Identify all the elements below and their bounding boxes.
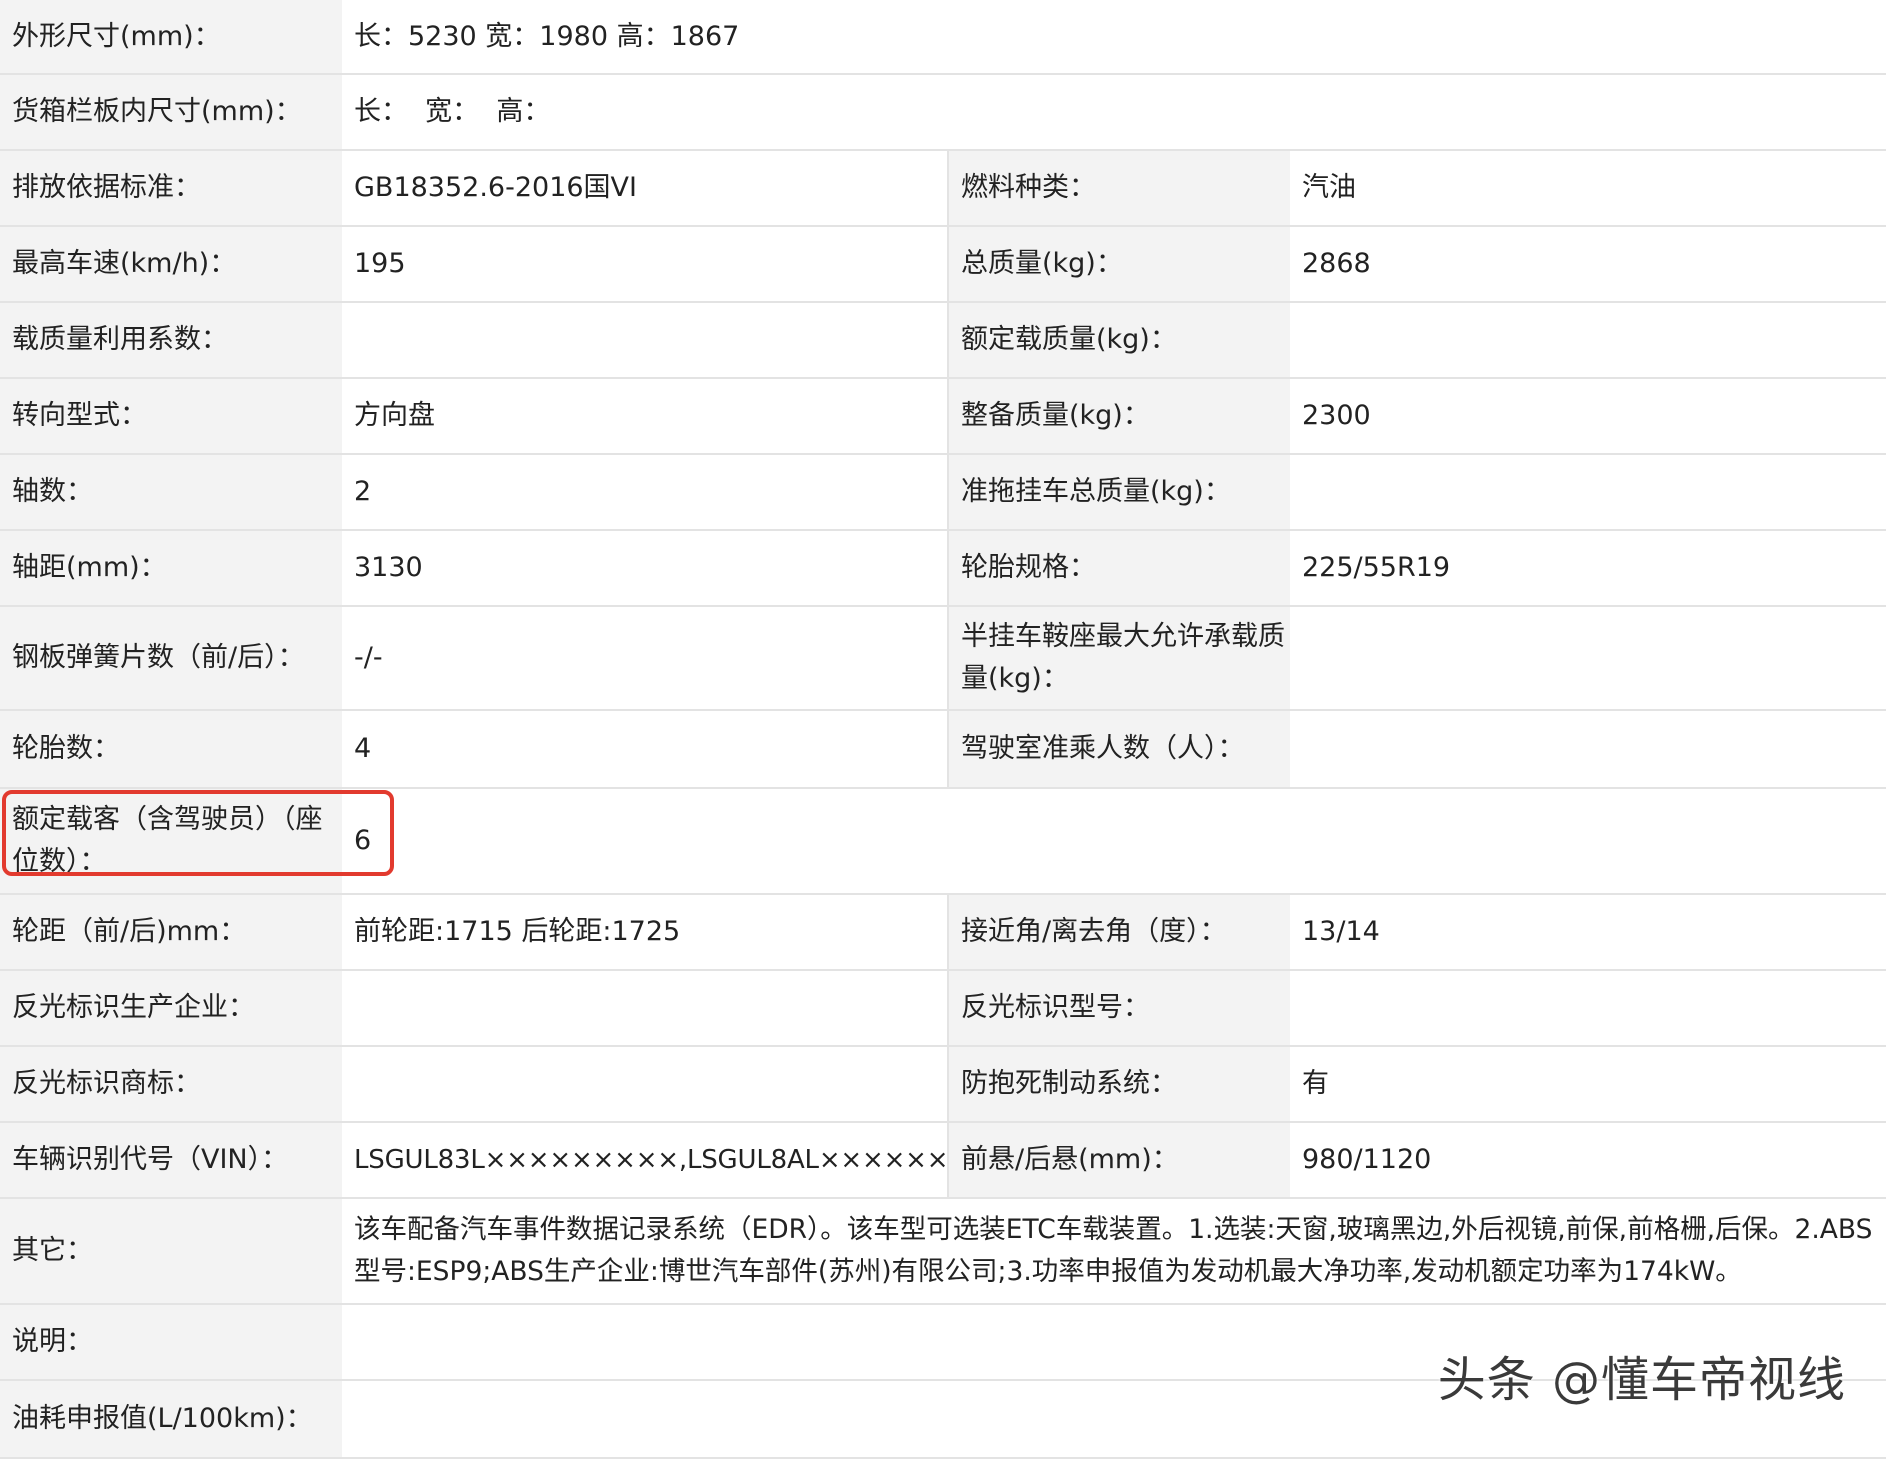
spec-label-reflector-model: 反光标识型号： — [947, 970, 1290, 1047]
spec-value-trailer-mass — [1290, 454, 1886, 531]
spec-value-approach-departure: 13/14 — [1290, 894, 1886, 971]
spec-row-dimensions: 外形尺寸(mm)： 长：5230 宽：1980 高：1867 — [0, 0, 1886, 75]
spec-value-emission-standard: GB18352.6-2016国VI — [342, 150, 948, 227]
spec-label-load-factor: 载质量利用系数： — [0, 302, 342, 379]
spec-value-abs: 有 — [1290, 1046, 1886, 1123]
spec-value-wheelbase: 3130 — [342, 530, 948, 607]
spec-label-cab-capacity: 驾驶室准乘人数（人）： — [947, 710, 1290, 789]
spec-value-seating-capacity: 6 — [342, 788, 1886, 895]
spec-value-track-width: 前轮距:1715 后轮距:1725 — [342, 894, 948, 971]
spec-label-notes: 说明： — [0, 1304, 342, 1381]
spec-label-trailer-mass: 准拖挂车总质量(kg)： — [947, 454, 1290, 531]
spec-value-reflector-brand — [342, 1046, 948, 1123]
spec-row-emission-fuel: 排放依据标准： GB18352.6-2016国VI 燃料种类： 汽油 — [0, 150, 1886, 227]
spec-label-curb-weight: 整备质量(kg)： — [947, 378, 1290, 455]
spec-value-reflector-maker — [342, 970, 948, 1047]
spec-value-curb-weight: 2300 — [1290, 378, 1886, 455]
spec-row-leaf-springs: 钢板弹簧片数（前/后）： -/- 半挂车鞍座最大允许承载质量(kg)： — [0, 606, 1886, 711]
spec-label-other: 其它： — [0, 1198, 342, 1305]
spec-label-leaf-springs: 钢板弹簧片数（前/后）： — [0, 606, 342, 711]
spec-value-fuel-type: 汽油 — [1290, 150, 1886, 227]
spec-label-dimensions: 外形尺寸(mm)： — [0, 0, 342, 75]
spec-value-max-speed: 195 — [342, 226, 948, 303]
spec-value-tire-count: 4 — [342, 710, 948, 789]
spec-label-axles: 轴数： — [0, 454, 342, 531]
watermark-text: 头条 @懂车帝视线 — [1437, 1352, 1846, 1408]
spec-label-reflector-brand: 反光标识商标： — [0, 1046, 342, 1123]
spec-label-cargo-dimensions: 货箱栏板内尺寸(mm)： — [0, 74, 342, 151]
spec-row-axles: 轴数： 2 准拖挂车总质量(kg)： — [0, 454, 1886, 531]
spec-row-speed-mass: 最高车速(km/h)： 195 总质量(kg)： 2868 — [0, 226, 1886, 303]
spec-row-load-factor: 载质量利用系数： 额定载质量(kg)： — [0, 302, 1886, 379]
spec-row-seating: 额定载客（含驾驶员）（座位数）： 6 — [0, 788, 1886, 895]
spec-value-leaf-springs: -/- — [342, 606, 948, 711]
spec-row-track: 轮距（前/后)mm： 前轮距:1715 后轮距:1725 接近角/离去角（度）：… — [0, 894, 1886, 971]
spec-value-saddle-load — [1290, 606, 1886, 711]
spec-label-vin: 车辆识别代号（VIN）： — [0, 1122, 342, 1199]
spec-value-tire-spec: 225/55R19 — [1290, 530, 1886, 607]
spec-value-cab-capacity — [1290, 710, 1886, 789]
spec-label-fuel-consumption: 油耗申报值(L/100km)： — [0, 1380, 342, 1459]
spec-row-tire-count: 轮胎数： 4 驾驶室准乘人数（人）： — [0, 710, 1886, 789]
spec-value-dimensions: 长：5230 宽：1980 高：1867 — [342, 0, 1886, 75]
spec-row-reflector-brand: 反光标识商标： 防抱死制动系统： 有 — [0, 1046, 1886, 1123]
spec-label-overhang: 前悬/后悬(mm)： — [947, 1122, 1290, 1199]
spec-row-wheelbase: 轴距(mm)： 3130 轮胎规格： 225/55R19 — [0, 530, 1886, 607]
spec-row-other: 其它： 该车配备汽车事件数据记录系统（EDR）。该车型可选装ETC车载装置。1.… — [0, 1198, 1886, 1305]
vehicle-spec-table: 外形尺寸(mm)： 长：5230 宽：1980 高：1867 货箱栏板内尺寸(m… — [0, 0, 1886, 1459]
spec-label-max-speed: 最高车速(km/h)： — [0, 226, 342, 303]
spec-label-tire-count: 轮胎数： — [0, 710, 342, 789]
spec-label-track-width: 轮距（前/后)mm： — [0, 894, 342, 971]
spec-label-rated-load: 额定载质量(kg)： — [947, 302, 1290, 379]
spec-value-overhang: 980/1120 — [1290, 1122, 1886, 1199]
spec-value-total-mass: 2868 — [1290, 226, 1886, 303]
spec-row-reflector-maker: 反光标识生产企业： 反光标识型号： — [0, 970, 1886, 1047]
spec-label-tire-spec: 轮胎规格： — [947, 530, 1290, 607]
spec-label-steering: 转向型式： — [0, 378, 342, 455]
spec-label-wheelbase: 轴距(mm)： — [0, 530, 342, 607]
spec-value-cargo-dimensions: 长： 宽： 高： — [342, 74, 1886, 151]
spec-row-steering: 转向型式： 方向盘 整备质量(kg)： 2300 — [0, 378, 1886, 455]
spec-value-axles: 2 — [342, 454, 948, 531]
spec-label-emission-standard: 排放依据标准： — [0, 150, 342, 227]
spec-label-abs: 防抱死制动系统： — [947, 1046, 1290, 1123]
spec-label-reflector-maker: 反光标识生产企业： — [0, 970, 342, 1047]
spec-label-seating-capacity: 额定载客（含驾驶员）（座位数）： — [0, 788, 342, 895]
spec-value-reflector-model — [1290, 970, 1886, 1047]
spec-value-load-factor — [342, 302, 948, 379]
spec-row-cargo-dimensions: 货箱栏板内尺寸(mm)： 长： 宽： 高： — [0, 74, 1886, 151]
spec-value-vin: LSGUL83L×××××××××,LSGUL8AL××××××××× — [342, 1122, 948, 1199]
spec-value-steering: 方向盘 — [342, 378, 948, 455]
spec-value-other: 该车配备汽车事件数据记录系统（EDR）。该车型可选装ETC车载装置。1.选装:天… — [342, 1198, 1886, 1305]
spec-label-fuel-type: 燃料种类： — [947, 150, 1290, 227]
spec-label-total-mass: 总质量(kg)： — [947, 226, 1290, 303]
spec-value-rated-load — [1290, 302, 1886, 379]
spec-row-vin: 车辆识别代号（VIN）： LSGUL83L×××××××××,LSGUL8AL×… — [0, 1122, 1886, 1199]
spec-label-approach-departure: 接近角/离去角（度）： — [947, 894, 1290, 971]
spec-label-saddle-load: 半挂车鞍座最大允许承载质量(kg)： — [947, 606, 1290, 711]
